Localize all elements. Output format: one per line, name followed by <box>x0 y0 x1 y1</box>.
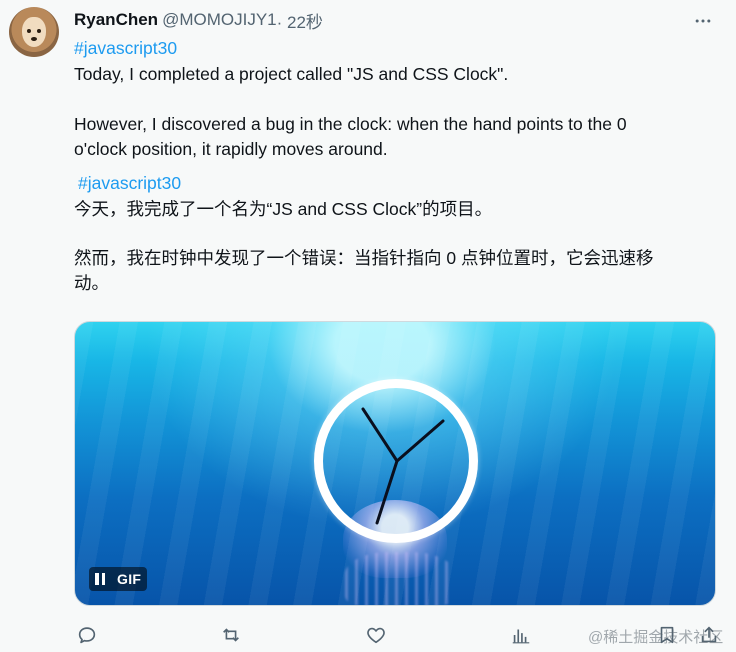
watermark: @稀土掘金技术社区 <box>588 629 724 646</box>
tweet-text-line: However, I discovered a bug in the clock… <box>74 114 627 134</box>
tweet-header: RyanChen @MOMOJIJY1 · 22秒 <box>74 8 323 33</box>
avatar-eye <box>37 29 41 33</box>
more-icon <box>695 19 711 23</box>
tweet-text-line: 然而，我在时钟中发现了一个错误：当指针指向 0 点钟位置时，它会迅速移 <box>74 248 654 268</box>
tweet-media-gif[interactable]: GIF <box>74 321 716 606</box>
tweet: RyanChen @MOMOJIJY1 · 22秒 #javascript30 … <box>0 0 736 652</box>
reply-icon <box>78 627 96 644</box>
views-button[interactable] <box>508 622 534 648</box>
minute-hand <box>395 419 445 463</box>
tweet-text-line: o'clock position, it rapidly moves aroun… <box>74 139 388 159</box>
hashtag-link-en[interactable]: #javascript30 <box>74 36 714 61</box>
analytics-icon <box>512 629 530 644</box>
clock-hands <box>361 407 445 525</box>
gif-controls[interactable]: GIF <box>89 567 148 591</box>
like-button[interactable] <box>363 622 389 648</box>
avatar-eye <box>27 29 31 33</box>
avatar-face <box>22 17 46 47</box>
tweet-text-line: Today, I completed a project called "JS … <box>74 64 509 84</box>
tweet-text-line: 今天，我完成了一个名为“JS and CSS Clock”的项目。 <box>74 199 493 219</box>
hashtag-link-zh[interactable]: #javascript30 <box>78 171 718 196</box>
heart-icon <box>367 627 385 644</box>
second-hand <box>375 459 399 525</box>
gif-badge: GIF <box>117 571 142 587</box>
retweet-icon <box>223 628 239 642</box>
author-name[interactable]: RyanChen <box>74 10 158 30</box>
author-handle[interactable]: @MOMOJIJY1 <box>162 10 277 30</box>
pause-icon[interactable] <box>95 573 107 585</box>
retweet-button[interactable] <box>218 622 244 648</box>
avatar[interactable] <box>9 7 59 57</box>
avatar-nose <box>31 37 37 41</box>
more-button[interactable] <box>692 10 714 32</box>
hour-hand <box>361 407 399 463</box>
tweet-text-line: 动。 <box>74 273 109 293</box>
tweet-timestamp[interactable]: · 22秒 <box>277 8 323 33</box>
reply-button[interactable] <box>74 622 100 648</box>
